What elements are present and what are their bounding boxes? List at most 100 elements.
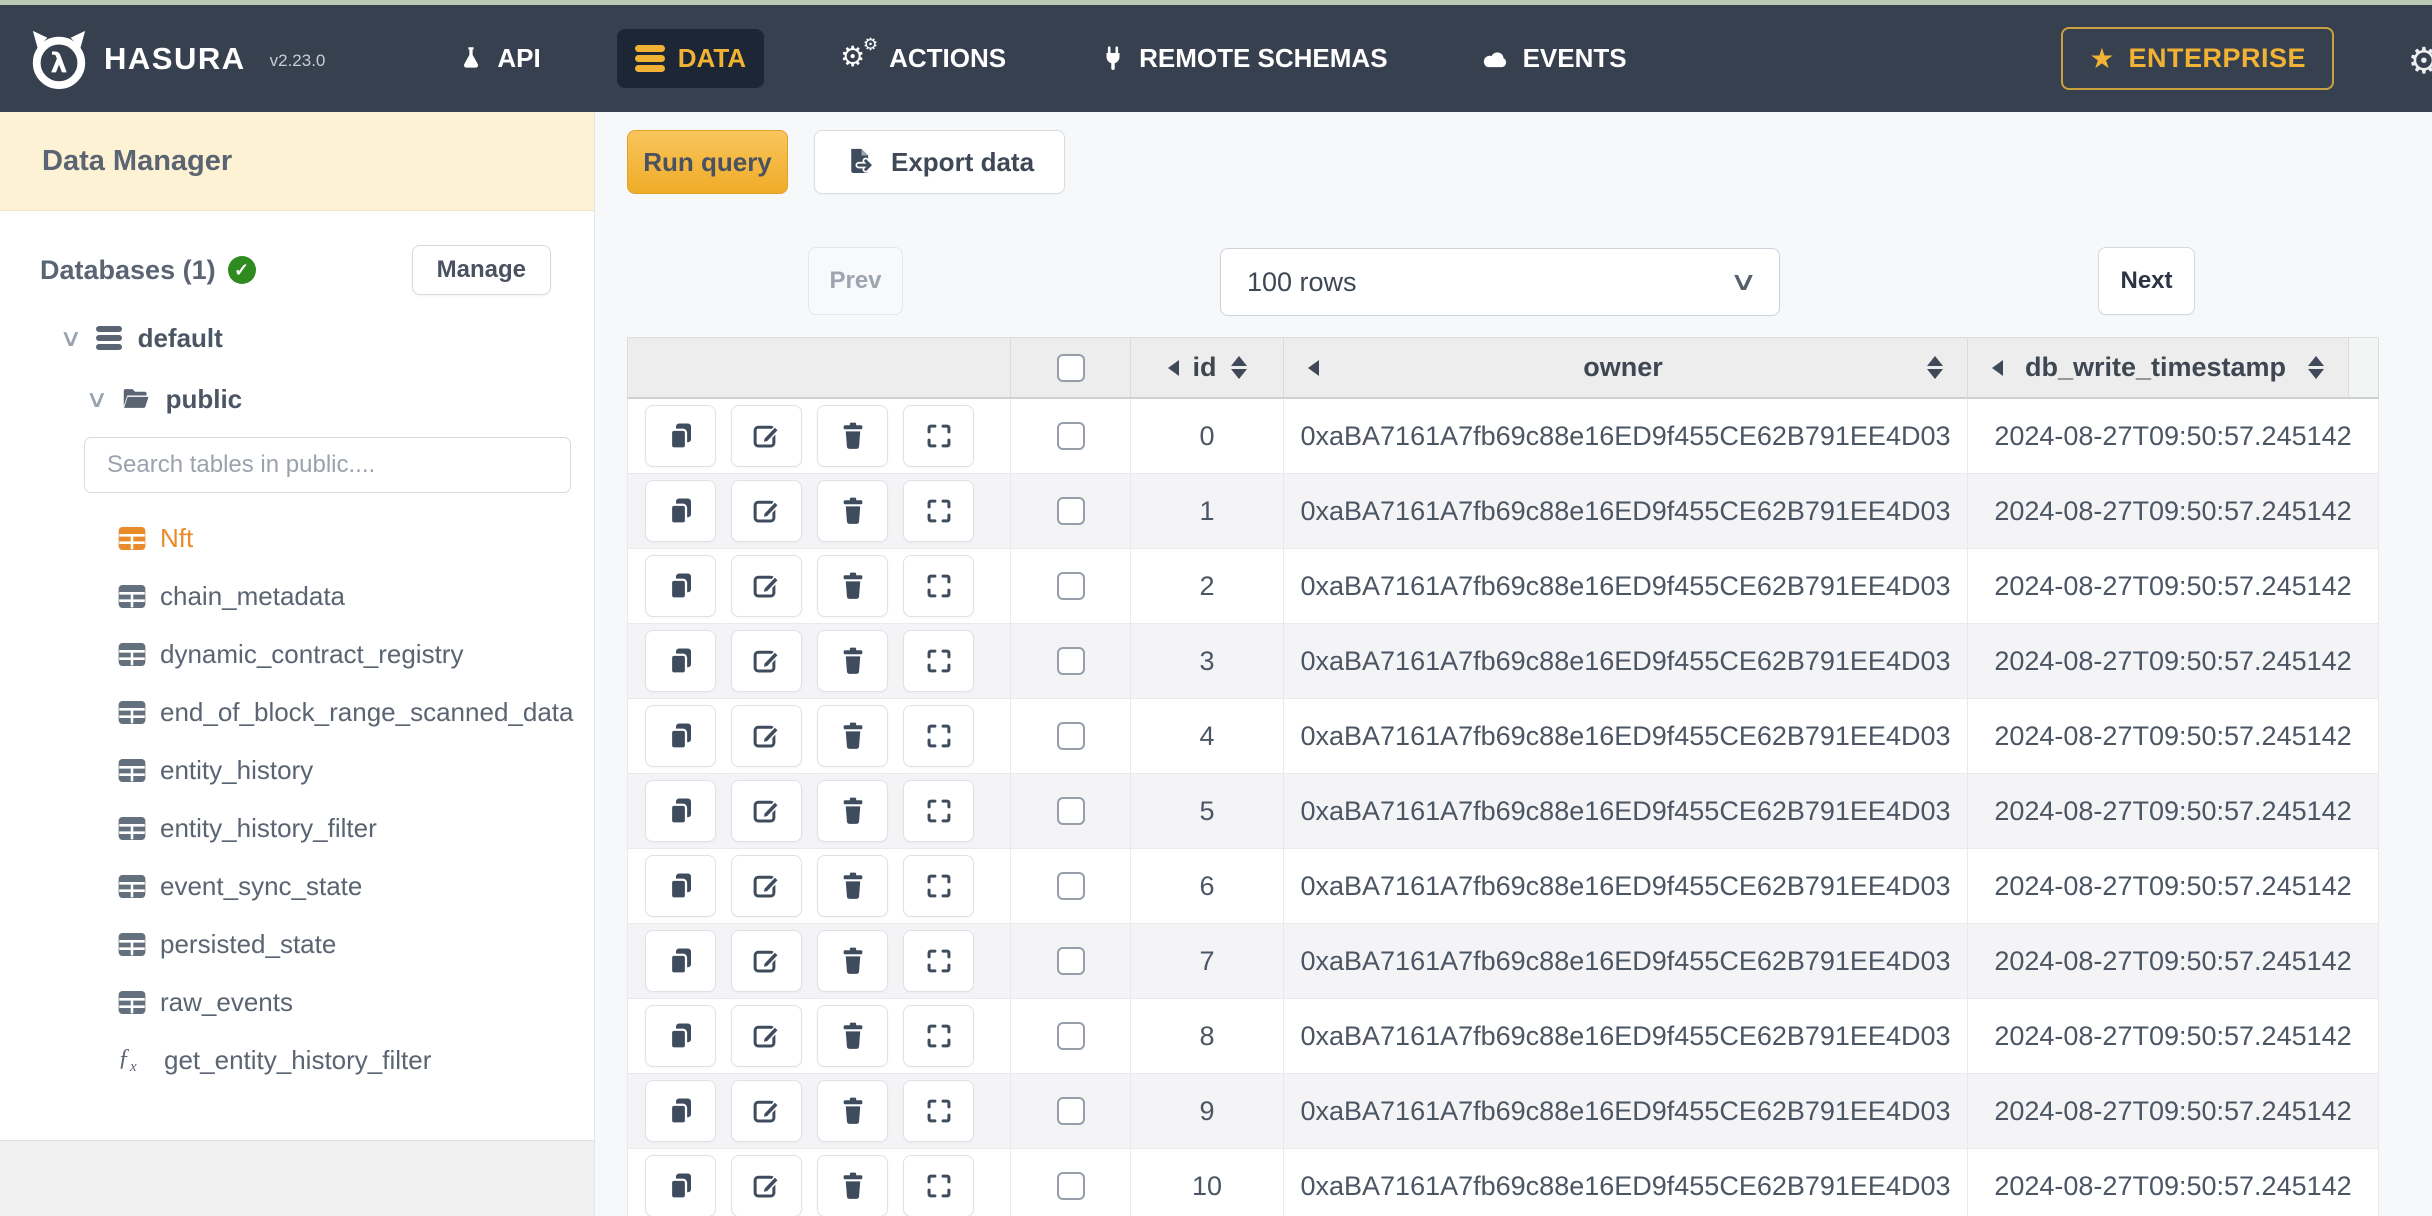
settings-gear-icon[interactable]: ⚙ bbox=[2408, 41, 2432, 82]
row-checkbox[interactable] bbox=[1056, 722, 1085, 750]
sort-icon[interactable] bbox=[1926, 356, 1943, 379]
row-edit-button[interactable] bbox=[731, 930, 802, 992]
sidebar-table-item[interactable]: entity_history_filter bbox=[0, 799, 594, 857]
expand-icon bbox=[927, 649, 950, 673]
cell-owner: 0xaBA7161A7fb69c88e16ED9f455CE62B791EE4D… bbox=[1284, 624, 1968, 699]
row-edit-button[interactable] bbox=[731, 1005, 802, 1067]
nav-tab-data[interactable]: DATA bbox=[616, 29, 765, 88]
nav-tab-events[interactable]: EVENTS bbox=[1464, 29, 1645, 88]
collapse-column-icon[interactable] bbox=[1167, 359, 1179, 376]
trash-icon bbox=[843, 497, 862, 524]
sidebar-table-item[interactable]: ƒx get_entity_history_filter bbox=[0, 1031, 594, 1089]
row-expand-button[interactable] bbox=[903, 780, 974, 842]
enterprise-button[interactable]: ★ ENTERPRISE bbox=[2061, 27, 2334, 90]
sidebar-table-item[interactable]: event_sync_state bbox=[0, 857, 594, 915]
row-checkbox[interactable] bbox=[1056, 797, 1085, 825]
row-expand-button[interactable] bbox=[903, 705, 974, 767]
row-edit-button[interactable] bbox=[731, 1155, 802, 1216]
collapse-column-icon[interactable] bbox=[1308, 359, 1319, 376]
sidebar-table-item[interactable]: end_of_block_range_scanned_data bbox=[0, 683, 594, 741]
row-delete-button[interactable] bbox=[817, 1155, 888, 1216]
row-copy-button[interactable] bbox=[645, 405, 716, 467]
row-copy-button[interactable] bbox=[645, 930, 716, 992]
row-expand-button[interactable] bbox=[903, 930, 974, 992]
sort-icon[interactable] bbox=[2307, 356, 2324, 379]
chevron-down-icon[interactable]: ∨ bbox=[85, 387, 108, 411]
row-delete-button[interactable] bbox=[817, 405, 888, 467]
row-expand-button[interactable] bbox=[903, 1005, 974, 1067]
row-expand-button[interactable] bbox=[903, 555, 974, 617]
sort-icon[interactable] bbox=[1230, 356, 1247, 379]
row-copy-button[interactable] bbox=[645, 705, 716, 767]
row-checkbox[interactable] bbox=[1056, 1022, 1085, 1050]
row-expand-button[interactable] bbox=[903, 405, 974, 467]
row-copy-button[interactable] bbox=[645, 855, 716, 917]
run-query-button[interactable]: Run query bbox=[627, 130, 788, 194]
row-checkbox[interactable] bbox=[1056, 647, 1085, 675]
sidebar-table-item[interactable]: chain_metadata bbox=[0, 567, 594, 625]
row-checkbox[interactable] bbox=[1056, 1097, 1085, 1125]
column-header-db-write-timestamp[interactable]: db_write_timestamp bbox=[1968, 338, 2349, 399]
rows-per-page-select[interactable]: 100 rows ∨ bbox=[1220, 248, 1780, 316]
column-header-id[interactable]: id bbox=[1131, 338, 1284, 399]
row-copy-button[interactable] bbox=[645, 1155, 716, 1216]
row-delete-button[interactable] bbox=[817, 855, 888, 917]
row-delete-button[interactable] bbox=[817, 705, 888, 767]
row-copy-button[interactable] bbox=[645, 630, 716, 692]
row-delete-button[interactable] bbox=[817, 630, 888, 692]
sidebar-table-item[interactable]: raw_events bbox=[0, 973, 594, 1031]
row-checkbox[interactable] bbox=[1056, 497, 1085, 525]
row-checkbox[interactable] bbox=[1056, 422, 1085, 450]
search-tables-input[interactable] bbox=[84, 437, 571, 493]
tree-node-default[interactable]: ∨ default bbox=[0, 311, 594, 365]
row-expand-button[interactable] bbox=[903, 480, 974, 542]
export-data-button[interactable]: Export data bbox=[814, 130, 1066, 194]
row-edit-button[interactable] bbox=[731, 630, 802, 692]
expand-icon bbox=[927, 1099, 950, 1123]
row-edit-button[interactable] bbox=[731, 480, 802, 542]
row-copy-button[interactable] bbox=[645, 780, 716, 842]
row-copy-button[interactable] bbox=[645, 1005, 716, 1067]
row-delete-button[interactable] bbox=[817, 555, 888, 617]
column-header-owner[interactable]: owner bbox=[1284, 338, 1968, 399]
row-delete-button[interactable] bbox=[817, 1005, 888, 1067]
row-delete-button[interactable] bbox=[817, 780, 888, 842]
tree-node-public[interactable]: ∨ public bbox=[0, 373, 594, 425]
sidebar-table-item[interactable]: persisted_state bbox=[0, 915, 594, 973]
row-copy-button[interactable] bbox=[645, 480, 716, 542]
row-edit-button[interactable] bbox=[731, 855, 802, 917]
hasura-logo[interactable]: λ HASURA v2.23.0 bbox=[28, 28, 325, 90]
chevron-down-icon[interactable]: ∨ bbox=[59, 326, 82, 350]
row-checkbox[interactable] bbox=[1056, 572, 1085, 600]
nav-tab-actions[interactable]: ⚙ ⚙ ACTIONS bbox=[822, 29, 1024, 89]
row-delete-button[interactable] bbox=[817, 480, 888, 542]
row-expand-button[interactable] bbox=[903, 1080, 974, 1142]
row-edit-button[interactable] bbox=[731, 555, 802, 617]
row-edit-button[interactable] bbox=[731, 1080, 802, 1142]
row-delete-button[interactable] bbox=[817, 1080, 888, 1142]
collapse-column-icon[interactable] bbox=[1992, 359, 2003, 376]
databases-label: Databases (1) bbox=[40, 254, 216, 285]
nav-tab-api[interactable]: API bbox=[440, 29, 558, 88]
nav-tab-remote-schemas[interactable]: REMOTE SCHEMAS bbox=[1082, 29, 1405, 88]
row-checkbox[interactable] bbox=[1056, 1172, 1085, 1200]
row-checkbox[interactable] bbox=[1056, 872, 1085, 900]
row-checkbox[interactable] bbox=[1056, 947, 1085, 975]
row-copy-button[interactable] bbox=[645, 1080, 716, 1142]
row-copy-button[interactable] bbox=[645, 555, 716, 617]
row-delete-button[interactable] bbox=[817, 930, 888, 992]
row-expand-button[interactable] bbox=[903, 855, 974, 917]
prev-page-button[interactable]: Prev bbox=[808, 247, 903, 315]
sidebar-table-item[interactable]: Nft bbox=[0, 509, 594, 567]
expand-icon bbox=[927, 724, 950, 748]
select-all-checkbox[interactable] bbox=[1056, 353, 1085, 382]
manage-button[interactable]: Manage bbox=[411, 245, 551, 295]
next-page-button[interactable]: Next bbox=[2098, 247, 2195, 315]
row-edit-button[interactable] bbox=[731, 405, 802, 467]
row-expand-button[interactable] bbox=[903, 1155, 974, 1216]
row-edit-button[interactable] bbox=[731, 780, 802, 842]
sidebar-table-item[interactable]: entity_history bbox=[0, 741, 594, 799]
row-edit-button[interactable] bbox=[731, 705, 802, 767]
row-expand-button[interactable] bbox=[903, 630, 974, 692]
sidebar-table-item[interactable]: dynamic_contract_registry bbox=[0, 625, 594, 683]
